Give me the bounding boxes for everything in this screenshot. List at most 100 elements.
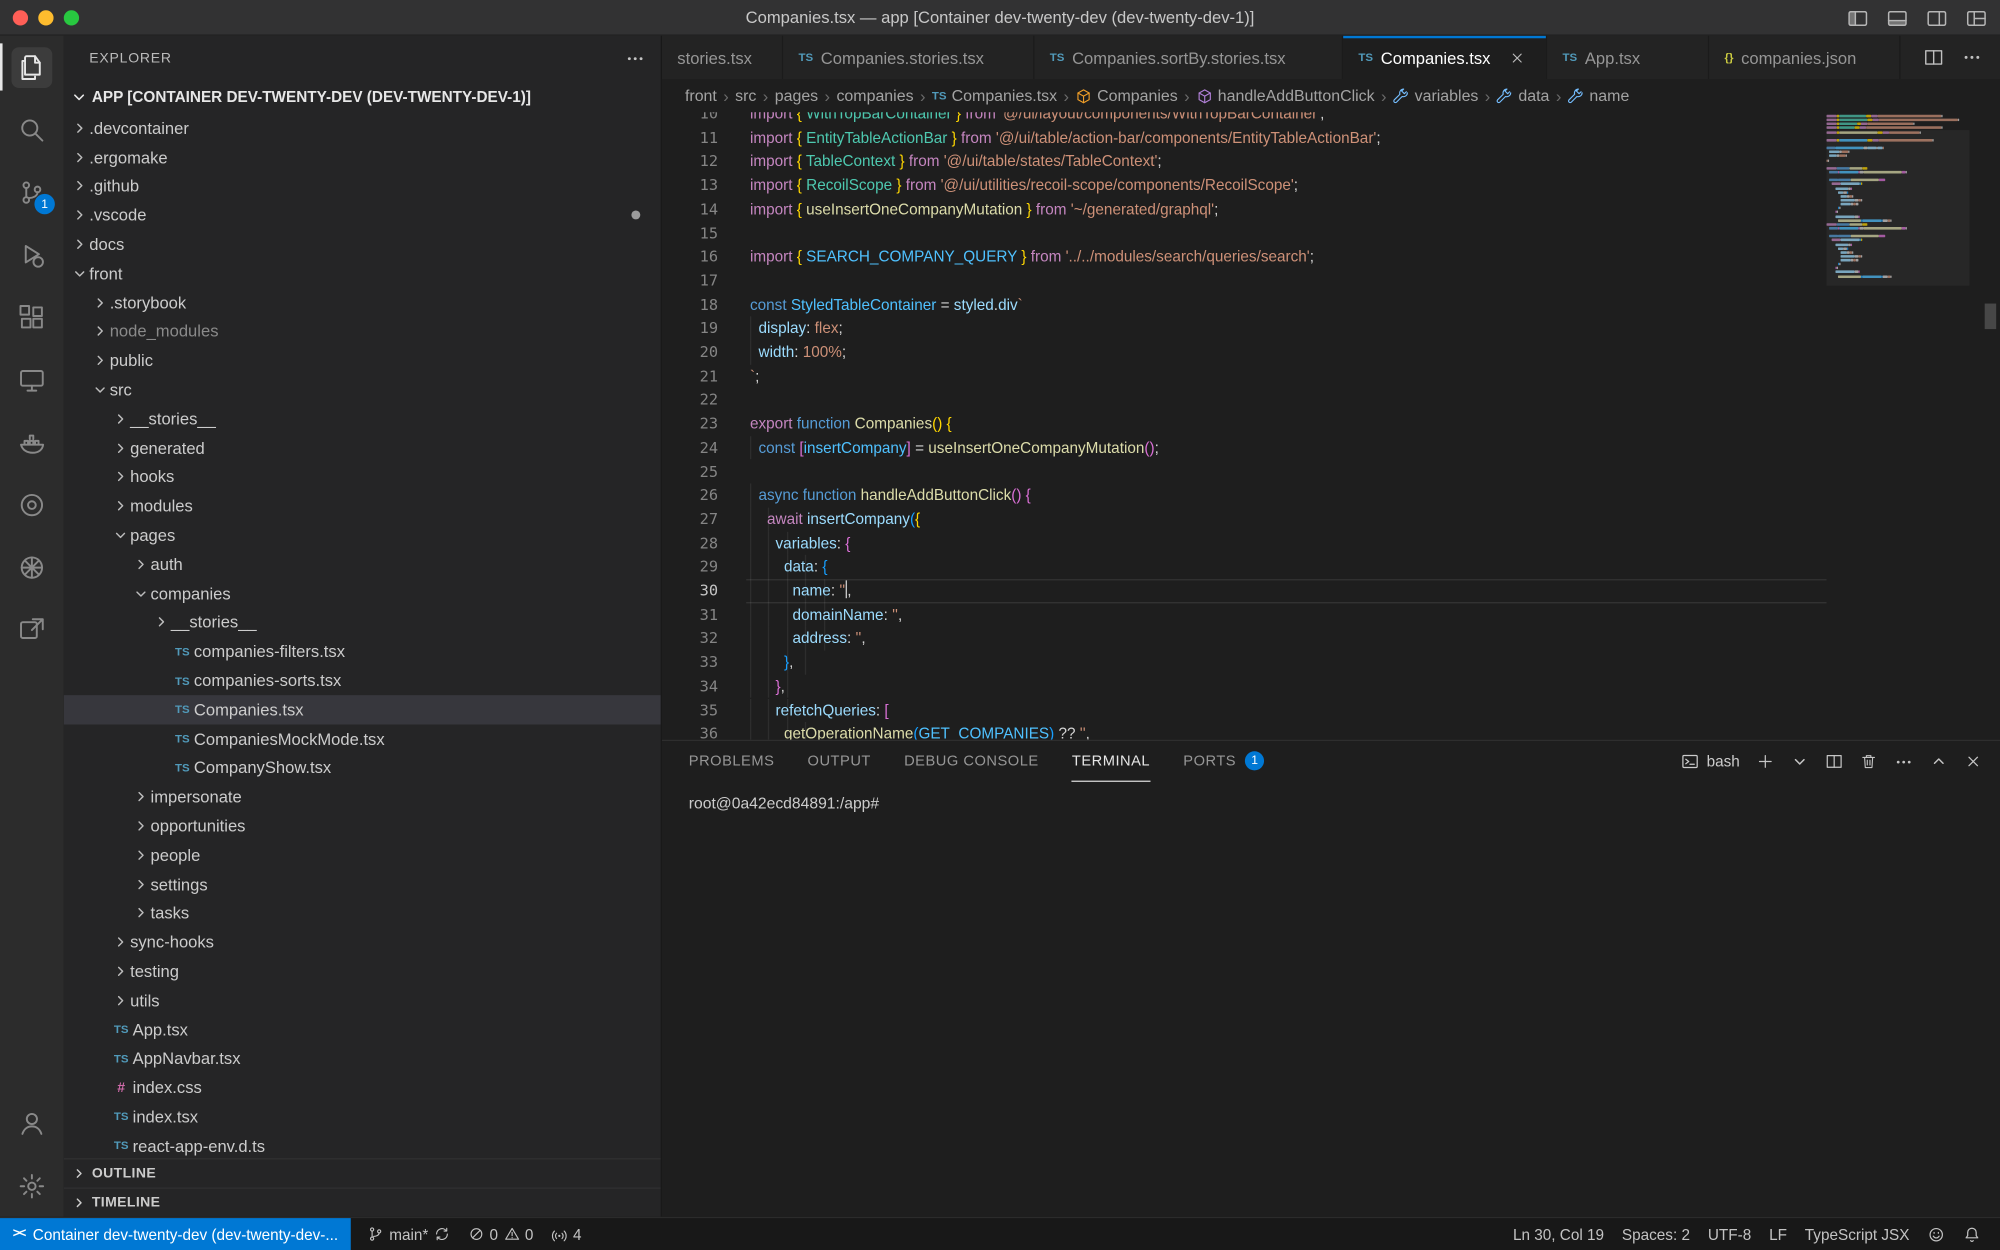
tree-folder-node_modules[interactable]: node_modules	[64, 317, 661, 346]
tree-folder-settings[interactable]: settings	[64, 870, 661, 899]
tree-folder-testing[interactable]: testing	[64, 957, 661, 986]
tree-folder-impersonate[interactable]: impersonate	[64, 782, 661, 811]
tree-file-companies-filters.tsx[interactable]: TScompanies-filters.tsx	[64, 637, 661, 666]
activity-bar-item-circle-tool[interactable]	[0, 473, 64, 535]
code-line[interactable]: `;	[750, 364, 1821, 388]
terminal-dropdown-icon[interactable]	[1791, 753, 1809, 771]
tree-file-CompaniesMockMode.tsx[interactable]: TSCompaniesMockMode.tsx	[64, 724, 661, 753]
activity-bar-item-kubernetes[interactable]	[0, 536, 64, 599]
tree-folder-companies[interactable]: companies	[64, 579, 661, 608]
activity-bar-item-search[interactable]	[0, 98, 64, 160]
tree-folder-auth[interactable]: auth	[64, 550, 661, 579]
editor-more-actions-icon[interactable]	[1962, 47, 1982, 67]
remote-indicator[interactable]: >< Container dev-twenty-dev (dev-twenty-…	[0, 1218, 351, 1250]
code-line[interactable]: },	[750, 674, 1821, 698]
code-line[interactable]: },	[750, 651, 1821, 675]
minimap-slider[interactable]	[1827, 130, 1970, 286]
tree-folder-docs[interactable]: docs	[64, 230, 661, 259]
breadcrumb-item-pages[interactable]: pages	[775, 87, 818, 105]
panel-tab-output[interactable]: OUTPUT	[808, 741, 871, 782]
code-line[interactable]: import { WithTopBarContainer } from '@/u…	[750, 112, 1821, 126]
editor-tab-Companies.stories.tsx[interactable]: TSCompanies.stories.tsx	[783, 36, 1034, 79]
panel-tab-terminal[interactable]: TERMINAL	[1072, 741, 1150, 782]
tree-folder-front[interactable]: front	[64, 259, 661, 288]
activity-bar-item-accounts[interactable]	[0, 1092, 64, 1155]
breadcrumb-item-handleAddButtonClick[interactable]: handleAddButtonClick	[1196, 87, 1375, 105]
forwarded-ports-item[interactable]: 4	[542, 1218, 590, 1250]
tree-file-AppNavbar.tsx[interactable]: TSAppNavbar.tsx	[64, 1044, 661, 1073]
editor-tab-stories.tsx[interactable]: stories.tsx	[662, 36, 783, 79]
code-line[interactable]: address: '',	[750, 627, 1821, 651]
tree-folder-hooks[interactable]: hooks	[64, 462, 661, 491]
code-line[interactable]: data: {	[750, 555, 1821, 579]
code-line[interactable]: const [insertCompany] = useInsertOneComp…	[750, 436, 1821, 460]
panel-tab-ports[interactable]: PORTS1	[1183, 741, 1264, 782]
code-line[interactable]: import { EntityTableActionBar } from '@/…	[750, 126, 1821, 150]
tree-folder-.github[interactable]: .github	[64, 172, 661, 201]
close-tab-icon[interactable]	[1508, 49, 1525, 66]
activity-bar-item-settings[interactable]	[0, 1154, 64, 1217]
tree-folder-pages[interactable]: pages	[64, 521, 661, 550]
tree-file-Companies.tsx[interactable]: TSCompanies.tsx	[64, 695, 661, 724]
code-line[interactable]: import { useInsertOneCompanyMutation } f…	[750, 197, 1821, 221]
explorer-more-actions-icon[interactable]	[625, 48, 645, 68]
customize-layout-icon[interactable]	[1966, 7, 1988, 29]
tree-folder-tasks[interactable]: tasks	[64, 899, 661, 928]
tree-folder-__stories__[interactable]: __stories__	[64, 608, 661, 637]
tree-file-companies-sorts.tsx[interactable]: TScompanies-sorts.tsx	[64, 666, 661, 695]
panel-more-actions-icon[interactable]	[1894, 752, 1913, 771]
code-line[interactable]	[750, 460, 1821, 484]
zoom-window-button[interactable]	[64, 10, 79, 25]
editor-tab-Companies.sortBy.stories.tsx[interactable]: TSCompanies.sortBy.stories.tsx	[1034, 36, 1343, 79]
code-line[interactable]: width: 100%;	[750, 341, 1821, 365]
timeline-section[interactable]: TIMELINE	[64, 1187, 661, 1216]
indentation-item[interactable]: Spaces: 2	[1613, 1218, 1699, 1250]
close-window-button[interactable]	[13, 10, 28, 25]
activity-bar-item-docker[interactable]	[0, 411, 64, 474]
code-line[interactable]: import { SEARCH_COMPANY_QUERY } from '..…	[750, 245, 1821, 269]
code-line[interactable]: import { TableContext } from '@/ui/table…	[750, 150, 1821, 174]
code-line[interactable]: getOperationName(GET_COMPANIES) ?? '',	[750, 722, 1821, 740]
code-line[interactable]: import { RecoilScope } from '@/ui/utilit…	[750, 174, 1821, 198]
tree-file-index.css[interactable]: #index.css	[64, 1073, 661, 1102]
breadcrumb-item-companies[interactable]: companies	[836, 87, 913, 105]
maximize-panel-icon[interactable]	[1930, 753, 1948, 771]
tree-folder-__stories__[interactable]: __stories__	[64, 404, 661, 433]
new-terminal-icon[interactable]	[1756, 753, 1774, 771]
code-line[interactable]: variables: {	[750, 531, 1821, 555]
code-line[interactable]: await insertCompany({	[750, 508, 1821, 532]
notifications-bell-icon[interactable]	[1954, 1218, 1990, 1250]
code-line[interactable]: refetchQueries: [	[750, 698, 1821, 722]
tree-file-index.tsx[interactable]: TSindex.tsx	[64, 1102, 661, 1131]
code-line[interactable]: const StyledTableContainer = styled.div`	[750, 293, 1821, 317]
tree-folder-people[interactable]: people	[64, 840, 661, 869]
tree-folder-modules[interactable]: modules	[64, 492, 661, 521]
tree-folder-.vscode[interactable]: .vscode	[64, 201, 661, 230]
activity-bar-item-live-preview[interactable]	[0, 598, 64, 661]
breadcrumb-item-name[interactable]: name	[1568, 87, 1630, 105]
activity-bar-item-run-and-debug[interactable]	[0, 223, 64, 285]
minimize-window-button[interactable]	[38, 10, 53, 25]
breadcrumb-item-Companies.tsx[interactable]: TSCompanies.tsx	[932, 87, 1057, 105]
shell-picker[interactable]: bash	[1681, 753, 1740, 771]
tree-folder-opportunities[interactable]: opportunities	[64, 811, 661, 840]
eol-item[interactable]: LF	[1760, 1218, 1796, 1250]
editor-tab-companies.json[interactable]: {}companies.json	[1709, 36, 1900, 79]
breadcrumb-item-front[interactable]: front	[685, 87, 717, 105]
code-line[interactable]: name: '',	[750, 579, 1821, 603]
git-branch-item[interactable]: main*	[359, 1218, 459, 1250]
activity-bar-item-extensions[interactable]	[0, 286, 64, 348]
tree-folder-sync-hooks[interactable]: sync-hooks	[64, 928, 661, 957]
breadcrumb-item-Companies[interactable]: Companies	[1075, 87, 1177, 105]
code-line[interactable]: domainName: '',	[750, 603, 1821, 627]
tree-folder-src[interactable]: src	[64, 375, 661, 404]
tree-folder-.ergomake[interactable]: .ergomake	[64, 143, 661, 172]
code-editor[interactable]: 1011121314151617181920212223242526272829…	[662, 112, 2000, 740]
close-panel-icon[interactable]	[1964, 753, 1982, 771]
minimap[interactable]	[1827, 112, 1970, 740]
code-line[interactable]	[750, 221, 1821, 245]
panel-tab-debug-console[interactable]: DEBUG CONSOLE	[904, 741, 1039, 782]
editor-tab-Companies.tsx[interactable]: TSCompanies.tsx	[1343, 36, 1547, 79]
language-mode-item[interactable]: TypeScript JSX	[1796, 1218, 1918, 1250]
outline-section[interactable]: OUTLINE	[64, 1158, 661, 1187]
